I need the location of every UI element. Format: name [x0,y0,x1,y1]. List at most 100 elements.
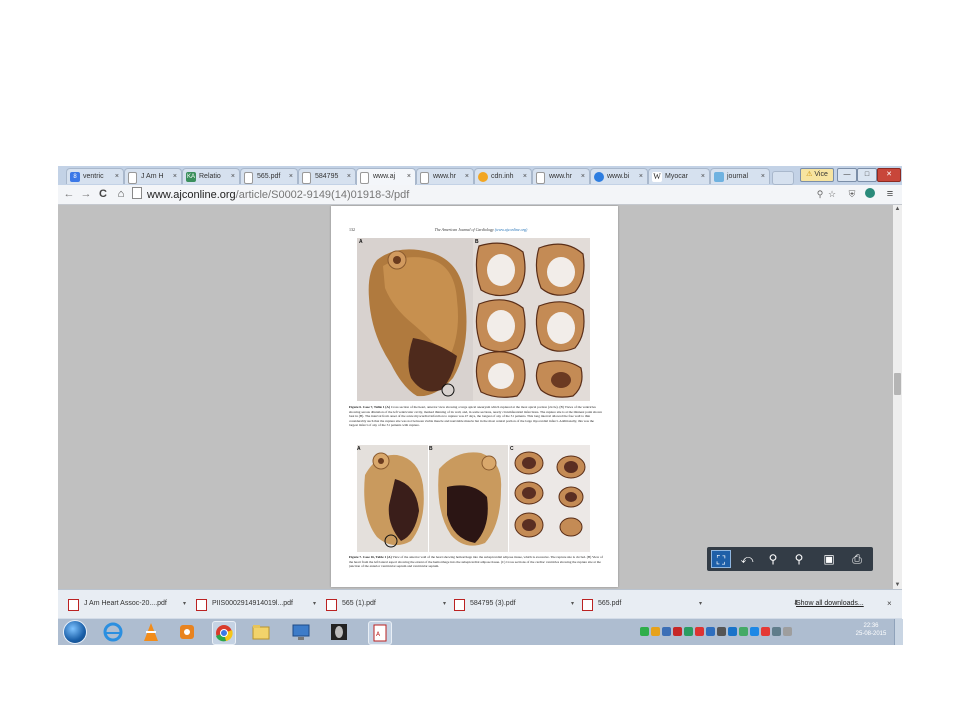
close-icon[interactable]: × [231,169,235,184]
close-shelf-button[interactable]: × [887,595,892,613]
close-icon[interactable]: × [407,169,411,185]
scroll-thumb[interactable] [894,373,901,395]
scroll-up-arrow[interactable]: ▲ [894,205,901,213]
zoom-out-icon[interactable]: ⚲ [763,550,783,568]
warning-icon: ⚠ [806,171,813,178]
tray-icon[interactable] [640,627,649,636]
show-all-downloads-link[interactable]: Show all downloads... [796,595,864,613]
forward-button[interactable]: → [79,187,93,201]
tray-icon[interactable] [651,627,660,636]
tab-www-aj-active[interactable]: www.aj × [356,168,416,185]
chevron-down-icon[interactable]: ▾ [443,595,446,613]
tab-www-bi[interactable]: www.bi × [590,168,648,184]
chevron-down-icon[interactable]: ▾ [313,595,316,613]
volume-icon[interactable] [783,627,792,636]
tray-icon[interactable] [695,627,704,636]
tab-relatio[interactable]: KA Relatio × [182,168,240,184]
flag-icon[interactable] [662,627,671,636]
scroll-down-arrow[interactable]: ▼ [894,581,901,589]
download-item[interactable]: 565 (1).pdf ▾ [320,595,446,613]
zoom-icon[interactable]: ⚲ [814,188,826,200]
address-bar[interactable]: www.ajconline.org/article/S0002-9149(14)… [132,187,812,201]
close-icon[interactable]: × [761,169,765,184]
close-icon[interactable]: × [701,169,705,184]
close-icon[interactable]: × [523,169,527,184]
vertical-scrollbar[interactable]: ▲ ▼ [893,205,902,589]
close-icon[interactable]: × [581,169,585,184]
tab-journal[interactable]: journal × [710,168,770,184]
tab-565-pdf[interactable]: 565.pdf × [240,168,298,184]
show-desktop-button[interactable] [894,619,903,645]
rotate-icon[interactable]: ⤺ [737,550,757,568]
print-icon[interactable]: ⎙ [847,550,867,568]
menu-icon[interactable]: ≡ [884,188,896,200]
xray-viewer-icon[interactable] [328,621,350,643]
bookmark-star-icon[interactable]: ☆ [826,188,838,200]
panel-label: C [510,446,514,452]
chevron-down-icon[interactable]: ▾ [183,595,186,613]
close-window-button[interactable]: ✕ [877,168,901,182]
stack-icon [714,172,724,182]
tab-584795[interactable]: 584795 × [298,168,356,184]
page-icon [132,187,142,199]
zoom-in-icon[interactable]: ⚲ [789,550,809,568]
tray-icon[interactable] [673,627,682,636]
tray-icon[interactable] [684,627,693,636]
fit-page-icon[interactable]: ⛶ [711,550,731,568]
tab-ventric[interactable]: 8 ventric × [66,168,124,184]
page-icon [420,172,429,184]
close-icon[interactable]: × [465,169,469,184]
ie-icon[interactable] [102,621,124,643]
bluetooth-icon[interactable] [728,627,737,636]
chrome-icon[interactable] [212,621,236,645]
page-icon [536,172,545,184]
tab-j-am-h[interactable]: J Am H × [124,168,182,184]
minimize-button[interactable]: — [837,168,857,182]
clock-time: 22:36 [863,623,879,629]
close-icon[interactable]: × [639,169,643,184]
tab-cdn-inh[interactable]: cdn.inh × [474,168,532,184]
clock[interactable]: 22:36 25-08-2015 [850,622,892,638]
pdf-reader-icon[interactable]: A [368,621,392,645]
tab-www-hr[interactable]: www.hr × [416,168,474,184]
new-tab-button[interactable] [772,171,794,185]
download-item[interactable]: PIIS0002914914019l...pdf ▾ [190,595,316,613]
close-icon[interactable]: × [347,169,351,184]
chrome-icon [594,172,604,182]
wikipedia-icon: W [652,172,662,182]
download-item[interactable]: 584795 (3).pdf ▾ [448,595,574,613]
download-item[interactable]: J Am Heart Assoc-20....pdf ▾ [62,595,186,613]
home-button[interactable]: ⌂ [114,187,128,201]
chevron-down-icon[interactable]: ▾ [571,595,574,613]
close-icon[interactable]: × [173,169,177,184]
back-button[interactable]: ← [62,187,76,201]
close-icon[interactable]: × [115,169,119,184]
download-item[interactable]: 565.pdf ▾ [576,595,702,613]
media-player-icon[interactable] [176,621,198,643]
maximize-button[interactable]: □ [857,168,877,182]
pdf-file-icon [454,599,465,611]
pdf-viewer[interactable]: 132 The American Journal of Cardiology (… [58,205,893,589]
tab-www-hr-2[interactable]: www.hr × [532,168,590,184]
chevron-down-icon[interactable]: ▾ [699,595,702,613]
file-explorer-icon[interactable] [250,621,272,643]
system-tray [639,623,849,641]
user-profile-button[interactable]: ⚠ Vice [800,168,834,182]
save-icon[interactable]: ▣ [819,550,839,568]
extension-icon[interactable]: ⛨ [846,188,858,200]
tray-icon[interactable] [739,627,748,636]
tray-icon[interactable] [717,627,726,636]
journal-link[interactable]: (www.ajconline.org) [495,227,528,232]
tray-icon[interactable] [750,627,759,636]
tray-icon[interactable] [761,627,770,636]
profile-globe-icon[interactable] [865,188,875,198]
tray-icon[interactable] [706,627,715,636]
vlc-icon[interactable] [140,621,162,643]
remote-desktop-icon[interactable] [290,621,312,643]
reload-button[interactable]: C [96,187,110,201]
page-icon [302,172,311,184]
close-icon[interactable]: × [289,169,293,184]
network-icon[interactable] [772,627,781,636]
tab-myocar[interactable]: W Myocar × [648,168,710,184]
start-button[interactable] [63,620,87,644]
